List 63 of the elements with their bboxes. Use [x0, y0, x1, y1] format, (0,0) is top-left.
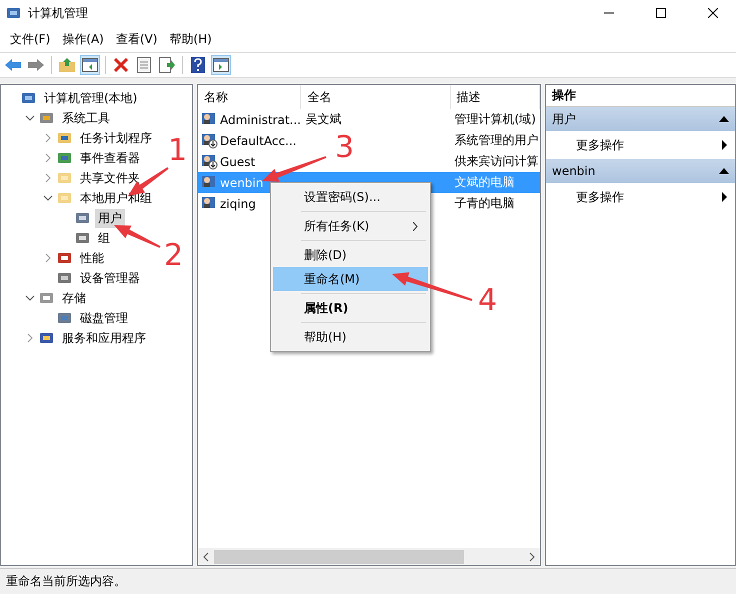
annotation-number: 3 [335, 130, 354, 165]
annotation-arrow [262, 156, 326, 182]
submenu-triangle-icon [722, 192, 727, 202]
tree-item[interactable]: 服务和应用程序 [59, 328, 149, 348]
menu-item[interactable]: 帮助(H) [273, 325, 428, 349]
annotation-number: 2 [164, 238, 184, 273]
scroll-left-icon[interactable] [202, 552, 210, 562]
help-button[interactable] [188, 55, 208, 75]
status-text: 重命名当前所选内容。 [0, 568, 736, 594]
menu-item[interactable]: 所有任务(K) [273, 214, 428, 238]
column-header[interactable]: 描述 [450, 85, 540, 109]
column-header[interactable]: 全名 [301, 85, 451, 109]
console-tree-button[interactable] [80, 55, 100, 75]
menu-item[interactable]: 重命名(M) [273, 267, 428, 291]
menu-item[interactable]: 文件(F) [4, 30, 56, 48]
up-folder-button[interactable] [57, 55, 77, 75]
table-cell: 文斌的电脑 [450, 172, 540, 193]
collapse-triangle-icon [719, 168, 729, 174]
export-button[interactable] [157, 55, 177, 75]
annotation-number: 4 [478, 283, 498, 318]
horizontal-scrollbar[interactable] [198, 548, 540, 565]
tree-item[interactable]: 计算机管理(本地) [41, 88, 140, 108]
table-cell-text: 系统管理的用户 [454, 132, 540, 149]
window-title: 计算机管理 [28, 4, 89, 22]
action-section-header[interactable]: wenbin [546, 159, 735, 183]
action-item[interactable]: 更多操作 [546, 183, 735, 211]
delete-button[interactable] [111, 55, 131, 75]
collapse-triangle-icon [719, 116, 729, 122]
table-cell-text: 子青的电脑 [454, 195, 516, 212]
column-header[interactable]: 名称 [198, 85, 302, 109]
tree-item[interactable]: 组 [95, 228, 113, 248]
tree-item[interactable]: 事件查看器 [77, 148, 143, 168]
properties-button[interactable] [134, 55, 154, 75]
tree-item[interactable]: 性能 [77, 248, 107, 268]
menu-item[interactable]: 操作(A) [56, 30, 110, 48]
table-cell-text: 管理计算机(域) [454, 111, 537, 128]
action-section-header[interactable]: 用户 [546, 107, 735, 131]
table-cell-text: 供来宾访问计算 [454, 153, 540, 170]
tree-item[interactable]: 设备管理器 [77, 268, 143, 288]
table-cell[interactable]: Administrat... [220, 109, 302, 130]
scroll-right-icon[interactable] [528, 552, 536, 562]
maximize-icon [656, 8, 666, 18]
tree-item[interactable]: 任务计划程序 [77, 128, 155, 148]
menu-item[interactable]: 属性(R) [273, 296, 428, 320]
menu-item[interactable]: 删除(D) [273, 243, 428, 267]
close-icon [708, 8, 718, 18]
expand-chevron-icon[interactable] [25, 293, 35, 303]
tree-item[interactable]: 用户 [95, 208, 125, 228]
expand-chevron-icon[interactable] [43, 193, 53, 203]
expand-chevron-icon[interactable] [25, 113, 35, 123]
tree-item[interactable]: 共享文件夹 [77, 168, 143, 188]
submenu-chevron-icon [413, 222, 418, 230]
action-pane-button[interactable] [211, 55, 231, 75]
menu-item[interactable]: 帮助(H) [163, 30, 218, 48]
tree-item[interactable]: 磁盘管理 [77, 308, 131, 328]
annotation-arrow [114, 225, 160, 248]
submenu-triangle-icon [722, 140, 727, 150]
tree-item[interactable]: 存储 [59, 288, 89, 308]
tree-item[interactable]: 系统工具 [59, 108, 113, 128]
action-item[interactable]: 更多操作 [546, 131, 735, 159]
menu-item[interactable]: 查看(V) [110, 30, 164, 48]
table-cell-text: 吴文斌 [304, 111, 342, 128]
annotation-number: 1 [168, 133, 188, 168]
